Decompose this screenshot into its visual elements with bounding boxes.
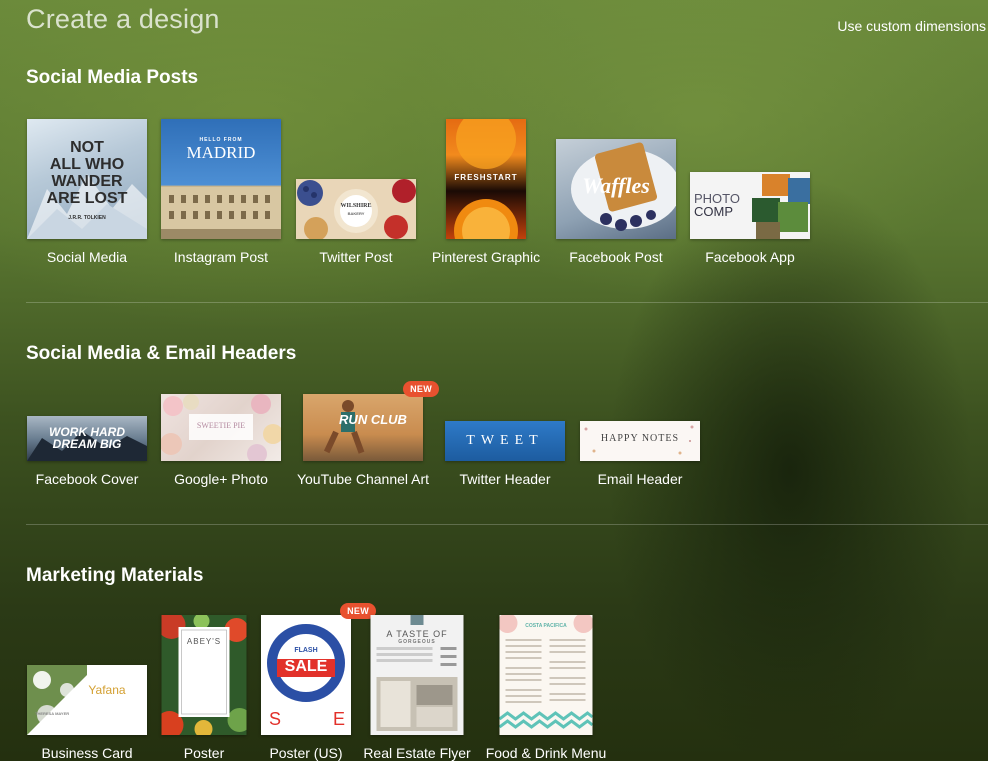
design-item-twitter-post[interactable]: WILSHIRE BAKERY Twitter Post [296,105,416,265]
business-card-thumbnail: Yafana THERESA MAYER [27,665,147,735]
section-title-marketing-materials: Marketing Materials [26,565,204,586]
twitter-post-thumbnail: WILSHIRE BAKERY [296,179,416,239]
vegetable-art [161,615,247,735]
thumb-line: RUN CLUB [339,412,407,427]
use-custom-dimensions-link[interactable]: Use custom dimensions [837,18,986,34]
food-drink-menu-thumbnail: COSTA PACIFICA [499,615,593,735]
poster-us-thumbnail: S E FLASH SALE [261,615,351,735]
thumb-line: NOT [70,139,104,156]
thumb-line: SALE [284,658,328,675]
design-label: YouTube Channel Art [296,471,430,487]
runner-art [323,400,365,454]
youtube-channel-art-thumbnail: RUN CLUB [303,394,423,461]
thumb-line: ALL WHO [49,156,125,173]
design-item-facebook-post[interactable]: Waffles Facebook Post [556,105,676,265]
thumb-line: A TASTE OF [386,629,448,639]
thumb-line: SWEETIE PIE [196,421,246,430]
twitter-header-thumbnail: TWEET [445,421,565,461]
design-item-instagram-post[interactable]: HELLO FROM MADRID Instagram Post [161,105,281,265]
design-label: Food & Drink Menu [485,745,607,761]
design-item-real-estate-flyer[interactable]: A TASTE OF GORGEOUS Real Estate Flyer [357,601,477,761]
thumb-line: WILSHIRE [340,203,372,209]
thumb-line: TWEET [466,433,544,448]
new-badge: NEW [403,381,439,397]
design-item-facebook-app[interactable]: PHOTO COMP Facebook App [690,105,810,265]
thumb-line: COSTA PACIFICA [525,623,567,629]
thumb-line: BAKERY [347,211,365,216]
thumb-line: THERESA MAYER [35,711,70,716]
section-title-social-media-posts: Social Media Posts [26,67,199,88]
google-plus-photo-thumbnail: SWEETIE PIE [161,394,281,461]
design-item-poster-us[interactable]: S E FLASH SALE NEW Poster (US) [246,601,376,761]
social-media-thumbnail: NOT ALL WHO WANDER ARE LOST J.R.R. TOLKI… [27,119,147,239]
thumb-line: DREAM BIG [52,437,122,451]
poster-thumbnail: ABEY'S [161,615,247,735]
thumb-line: Waffles [582,173,650,198]
design-item-email-header[interactable]: HAPPY NOTES Email Header [580,327,700,487]
facebook-post-thumbnail: Waffles [556,139,676,239]
design-item-pinterest-graphic[interactable]: FRESHSTART Pinterest Graphic [426,105,546,265]
thumb-line: Yafana [88,683,126,697]
svg-text:E: E [333,709,345,729]
facebook-cover-thumbnail: WORK HARD DREAM BIG [27,416,147,461]
floral-art [27,665,147,735]
email-header-thumbnail: HAPPY NOTES [580,421,700,461]
thumb-caption: J.R.R. TOLKIEN [68,215,106,221]
thumb-line: MADRID [186,143,256,162]
design-item-social-media[interactable]: NOT ALL WHO WANDER ARE LOST J.R.R. TOLKI… [27,105,147,265]
design-item-facebook-cover[interactable]: WORK HARD DREAM BIG Facebook Cover [27,327,147,487]
thumb-line: FLASH [294,647,318,654]
design-item-google-plus-photo[interactable]: SWEETIE PIE Google+ Photo [161,327,281,487]
thumb-line: ARE LOST [46,190,128,207]
palace-art [161,187,281,239]
svg-text:S: S [269,709,281,729]
design-label: Facebook App [705,249,795,265]
thumb-line: FRESHSTART [454,173,518,182]
design-item-business-card[interactable]: Yafana THERESA MAYER Business Card [27,601,147,761]
thumb-line: GORGEOUS [398,639,436,645]
pastry-art [297,179,416,239]
design-item-food-drink-menu[interactable]: COSTA PACIFICA Food & Drink Menu [486,601,606,761]
design-label: Google+ Photo [174,471,268,487]
thumb-line: HAPPY NOTES [600,433,680,444]
menu-art [499,615,593,729]
design-item-twitter-header[interactable]: TWEET Twitter Header [445,327,565,487]
thumb-line: COMP [694,204,733,219]
page-title: Create a design [26,4,220,34]
design-label: Email Header [597,471,683,487]
facebook-app-thumbnail: PHOTO COMP [690,172,810,239]
section-divider [26,302,988,303]
thumb-line: ABEY'S [186,637,222,646]
section-divider [26,524,988,525]
design-item-youtube-channel-art[interactable]: RUN CLUB NEW YouTube Channel Art [297,327,439,487]
real-estate-flyer-thumbnail: A TASTE OF GORGEOUS [370,615,464,735]
thumb-line: WANDER [51,173,123,190]
pinterest-graphic-thumbnail: FRESHSTART [446,119,526,239]
instagram-post-thumbnail: HELLO FROM MADRID [161,119,281,239]
